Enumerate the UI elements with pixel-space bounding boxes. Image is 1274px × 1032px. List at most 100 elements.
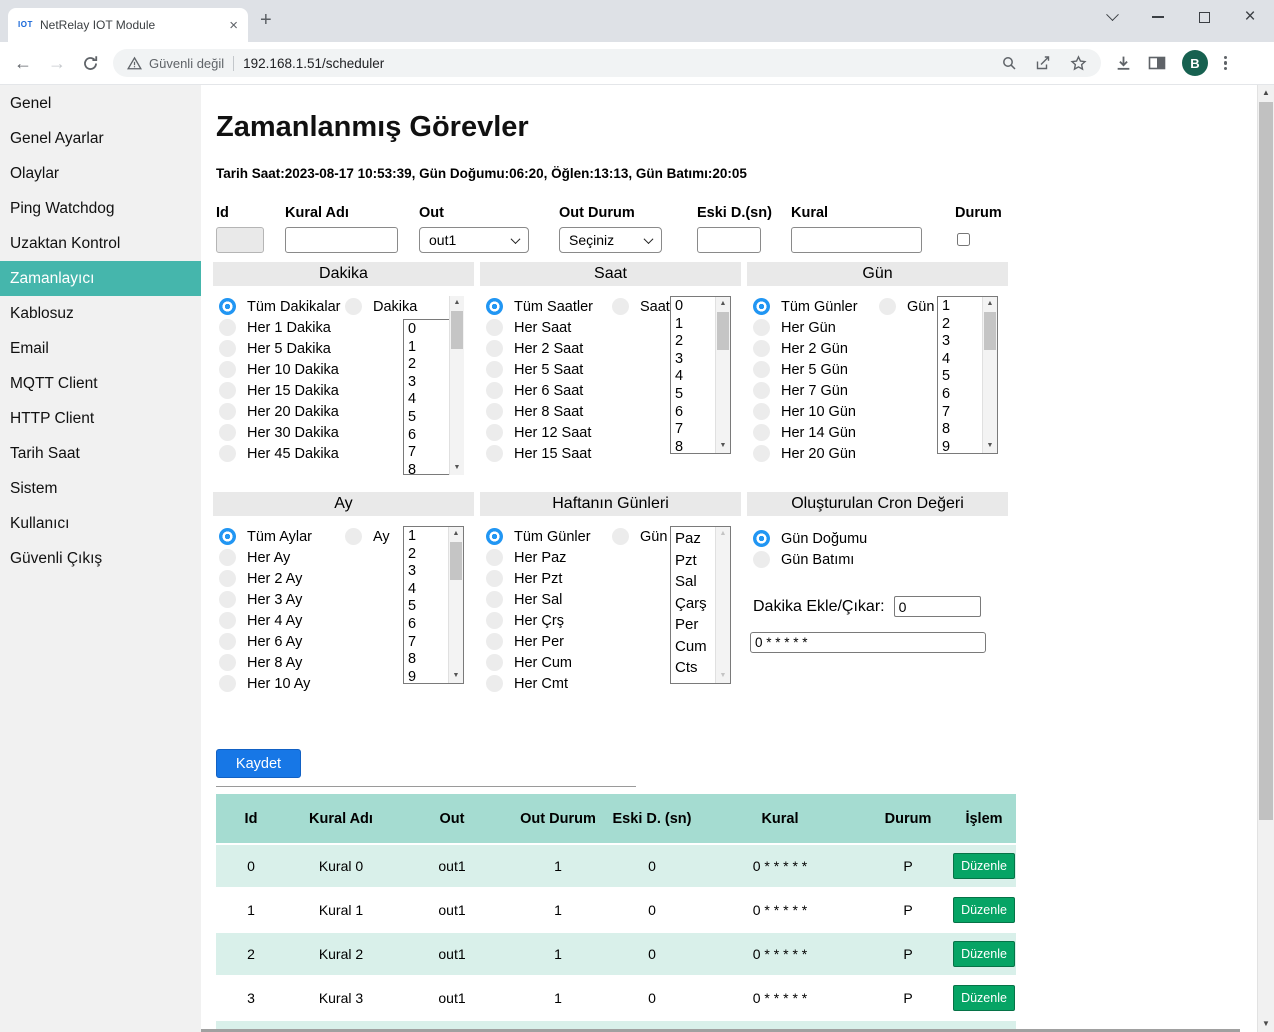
day-list-item-6[interactable]: 6 [942,386,981,404]
minute-radio-1[interactable] [219,319,236,336]
day-listbox-scrollbar[interactable]: ▲ ▼ [982,297,997,453]
month-list-item-7[interactable]: 7 [408,634,447,652]
weekday-listbox[interactable]: PazPztSalÇarşPerCumCts ▲ ▼ [670,526,731,684]
search-icon[interactable] [1001,55,1017,71]
minute-list-item-8[interactable]: 8 [408,462,447,475]
minute-radio-7[interactable] [219,445,236,462]
minute-radio-0[interactable] [219,298,236,315]
reload-icon[interactable] [82,55,99,72]
day-list-item-4[interactable]: 4 [942,351,981,369]
minute-listbox[interactable]: 0123456789 ▲ ▼ [403,319,464,475]
minute-listbox-scrollbar[interactable]: ▲ ▼ [449,319,464,475]
hour-list-item-2[interactable]: 2 [675,333,714,351]
minute-offset-field[interactable] [894,596,981,617]
day-listbox[interactable]: 12345678910 ▲ ▼ [937,296,998,454]
day-list-item-5[interactable]: 5 [942,368,981,386]
scrollbar-thumb[interactable] [1259,102,1273,820]
day-list-item-9[interactable]: 9 [942,439,981,454]
minute-list-item-0[interactable]: 0 [408,321,447,339]
month-radio-0[interactable] [219,528,236,545]
minute-radio-6[interactable] [219,424,236,441]
weekday-radio-7[interactable] [486,675,503,692]
scroll-up-icon[interactable]: ▲ [983,297,997,311]
minute-radio-4[interactable] [219,382,236,399]
minute-list-radio[interactable] [345,298,362,315]
month-radio-6[interactable] [219,654,236,671]
minute-list-item-2[interactable]: 2 [408,356,447,374]
minimize-icon[interactable] [1150,9,1166,25]
month-radio-4[interactable] [219,612,236,629]
scroll-down-icon[interactable]: ▼ [716,669,730,683]
weekday-list-item-Per[interactable]: Per [675,614,714,636]
tab-close-icon[interactable]: × [229,18,238,33]
weekday-radio-0[interactable] [486,528,503,545]
new-tab-icon[interactable]: + [260,10,272,30]
hour-radio-3[interactable] [486,361,503,378]
scroll-down-icon[interactable]: ▼ [716,439,730,453]
day-list-item-8[interactable]: 8 [942,421,981,439]
sidebar-item-ping-watchdog[interactable]: Ping Watchdog [0,191,201,226]
forward-icon[interactable]: → [48,54,66,72]
sidebar-item-tarih-saat[interactable]: Tarih Saat [0,436,201,471]
minute-radio-2[interactable] [219,340,236,357]
month-radio-5[interactable] [219,633,236,650]
weekday-radio-4[interactable] [486,612,503,629]
day-radio-3[interactable] [753,361,770,378]
day-radio-0[interactable] [753,298,770,315]
hour-radio-6[interactable] [486,424,503,441]
day-radio-6[interactable] [753,424,770,441]
weekday-list-item-Sal[interactable]: Sal [675,571,714,593]
minute-list-item-5[interactable]: 5 [408,409,447,427]
maximize-icon[interactable] [1196,9,1212,25]
weekday-list-item-Çarş[interactable]: Çarş [675,593,714,615]
hour-list-item-5[interactable]: 5 [675,386,714,404]
month-list-item-2[interactable]: 2 [408,546,447,564]
day-radio-4[interactable] [753,382,770,399]
minute-list-item-3[interactable]: 3 [408,374,447,392]
scroll-down-icon[interactable]: ▼ [449,669,463,683]
weekday-radio-1[interactable] [486,549,503,566]
sidebar-item-uzaktan-kontrol[interactable]: Uzaktan Kontrol [0,226,201,261]
month-list-radio[interactable] [345,528,362,545]
scrollbar-thumb[interactable] [984,312,996,350]
sunrise-radio[interactable] [753,530,770,547]
bookmark-star-icon[interactable] [1070,55,1087,72]
month-list-item-1[interactable]: 1 [408,528,447,546]
minute-list-item-1[interactable]: 1 [408,339,447,357]
scroll-down-icon[interactable]: ▼ [450,461,464,475]
hour-list-item-1[interactable]: 1 [675,316,714,334]
hour-list-item-4[interactable]: 4 [675,368,714,386]
scroll-down-icon[interactable]: ▼ [983,439,997,453]
download-icon[interactable] [1115,55,1132,72]
edit-button[interactable]: Düzenle [953,985,1015,1011]
rule-name-field[interactable] [285,227,398,253]
side-panel-icon[interactable] [1148,55,1166,71]
hour-radio-4[interactable] [486,382,503,399]
edit-button[interactable]: Düzenle [953,941,1015,967]
minute-list-item-4[interactable]: 4 [408,391,447,409]
weekday-list-item-Pzt[interactable]: Pzt [675,550,714,572]
scroll-up-icon[interactable]: ▲ [716,297,730,311]
month-radio-7[interactable] [219,675,236,692]
scroll-up-icon[interactable]: ▲ [449,527,463,541]
hour-list-item-8[interactable]: 8 [675,439,714,454]
vertical-scrollbar[interactable]: ▲ ▼ [1257,85,1274,1032]
scroll-up-icon[interactable]: ▲ [1258,85,1274,101]
browser-tab[interactable]: IOT NetRelay IOT Module × [8,8,248,42]
weekday-list-radio[interactable] [612,528,629,545]
month-list-item-3[interactable]: 3 [408,563,447,581]
day-list-item-1[interactable]: 1 [942,298,981,316]
rule-field[interactable] [791,227,922,253]
hour-radio-0[interactable] [486,298,503,315]
day-radio-5[interactable] [753,403,770,420]
hour-radio-1[interactable] [486,319,503,336]
day-radio-1[interactable] [753,319,770,336]
month-radio-3[interactable] [219,591,236,608]
month-radio-2[interactable] [219,570,236,587]
month-listbox-scrollbar[interactable]: ▲ ▼ [448,527,463,683]
month-list-item-4[interactable]: 4 [408,581,447,599]
minute-radio-5[interactable] [219,403,236,420]
back-icon[interactable]: ← [14,54,32,72]
save-button[interactable]: Kaydet [216,749,301,778]
sidebar-item-g-venli-k-[interactable]: Güvenli Çıkış [0,541,201,576]
